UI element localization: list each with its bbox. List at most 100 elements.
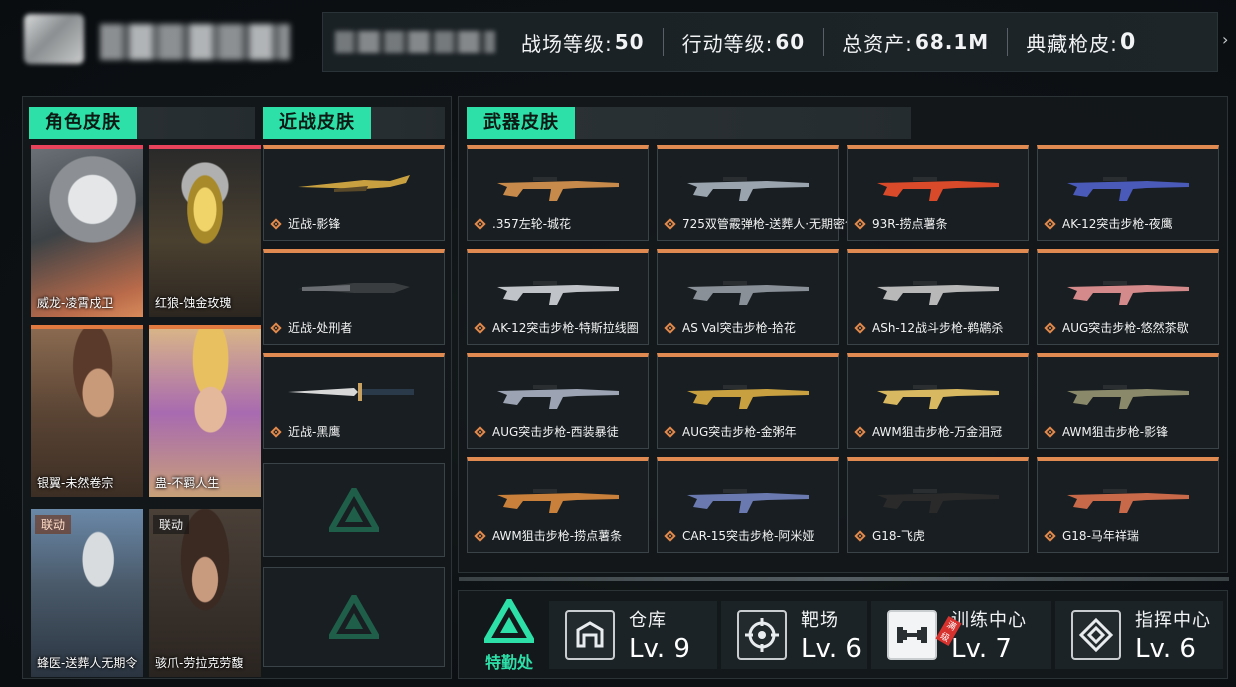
facility-name: 训练中心 <box>951 610 1027 631</box>
facility-level: Lv. 9 <box>629 634 690 664</box>
character-card[interactable]: 联动 蜂医-送葬人无期令 <box>31 505 143 677</box>
weapon-caption: AWM狙击步枪-捞点薯条 <box>474 527 622 544</box>
rarity-diamond-icon <box>1044 321 1056 334</box>
character-card[interactable]: 联动 骇爪-劳拉克劳馥 <box>149 505 261 677</box>
special-ops-logo-icon <box>480 594 538 644</box>
weapon-caption: AUG突击步枪-悠然茶歇 <box>1044 319 1189 336</box>
weapon-card[interactable]: 725双管霰弹枪-送葬人·无期密令 <box>657 145 857 241</box>
character-card[interactable]: 威龙-凌霄戍卫 <box>31 145 143 317</box>
rarity-diamond-icon <box>270 425 282 438</box>
tab-character-skins[interactable]: 角色皮肤 <box>29 107 255 139</box>
character-card[interactable]: 蛊-不羁人生 <box>149 325 261 497</box>
app-root: 战场等级: 50 行动等级: 60 总资产: 68.1M 典藏枪皮: 0 › 角色皮肤… <box>0 0 1236 687</box>
weapon-name: .357左轮-城花 <box>492 217 572 231</box>
special-ops-bar: 特勤处 仓库 Lv. 9 靶场 Lv. 6 满级 训练中心 Lv. 7 指挥中心… <box>458 577 1229 679</box>
weapon-name: G18-马年祥瑞 <box>1062 529 1139 543</box>
portrait-image <box>31 509 143 677</box>
tab-weapon-skins[interactable]: 武器皮肤 <box>467 107 911 139</box>
weapon-caption: AUG突击步枪-金粥年 <box>664 423 797 440</box>
weapon-card[interactable]: AS Val突击步枪-拾花 <box>657 249 839 345</box>
rarity-diamond-icon <box>1044 529 1056 542</box>
weapon-name: G18-飞虎 <box>872 529 925 543</box>
weapon-caption: G18-飞虎 <box>854 527 925 544</box>
weapon-card[interactable]: 93R-捞点薯条 <box>847 145 1029 241</box>
chevron-right-icon[interactable]: › <box>1222 30 1228 49</box>
weapon-skin-icon <box>497 489 619 513</box>
weapon-card[interactable]: G18-马年祥瑞 <box>1037 457 1219 553</box>
profile-header: 战场等级: 50 行动等级: 60 总资产: 68.1M 典藏枪皮: 0 › <box>0 0 1236 88</box>
facility-command-center[interactable]: 指挥中心 Lv. 6 <box>1055 601 1223 669</box>
weapon-caption: G18-马年祥瑞 <box>1044 527 1139 544</box>
weapon-card[interactable]: CAR-15突击步枪-阿米娅 <box>657 457 839 553</box>
rarity-diamond-icon <box>664 321 676 334</box>
stat-collection-skins: 典藏枪皮: 0 <box>1007 28 1154 56</box>
melee-card[interactable]: 近战-处刑者 <box>263 249 445 345</box>
character-card[interactable]: 红狼-蚀金玫瑰 <box>149 145 261 317</box>
weapon-skin-icon <box>877 385 999 409</box>
weapon-skin-icon <box>1067 281 1189 305</box>
stat-value: 68.1M <box>914 30 990 54</box>
weapon-card[interactable]: ASh-12战斗步枪-鹈鹕杀 <box>847 249 1029 345</box>
character-name: 银翼-未然卷宗 <box>37 476 114 490</box>
character-name: 威龙-凌霄戍卫 <box>37 296 114 310</box>
weapon-skin-icon <box>877 177 999 201</box>
weapon-skin-icon <box>687 489 809 513</box>
weapon-name: AUG突击步枪-金粥年 <box>682 425 797 439</box>
weapon-card[interactable]: AWM狙击步枪-万金泪冠 <box>847 353 1029 449</box>
weapon-skin-icon <box>1067 489 1189 513</box>
rarity-diamond-icon <box>664 217 676 230</box>
empty-melee-slot <box>263 463 445 557</box>
rarity-diamond-icon <box>664 425 676 438</box>
special-ops-button[interactable]: 特勤处 <box>469 594 549 672</box>
scrollbar[interactable] <box>459 577 1229 581</box>
weapon-caption: AWM狙击步枪-万金泪冠 <box>854 423 1003 440</box>
weapon-name: 725双管霰弹枪-送葬人·无期密令 <box>682 217 858 231</box>
rarity-diamond-icon <box>474 425 486 438</box>
melee-card[interactable]: 近战-影锋 <box>263 145 445 241</box>
rarity-diamond-icon <box>270 321 282 334</box>
character-name: 骇爪-劳拉克劳馥 <box>155 656 244 670</box>
weapon-skin-icon <box>497 385 619 409</box>
rarity-diamond-icon <box>854 425 866 438</box>
weapon-card[interactable]: AK-12突击步枪-特斯拉线圈 <box>467 249 649 345</box>
melee-caption: 近战-影锋 <box>270 215 340 232</box>
melee-name: 近战-处刑者 <box>288 321 353 335</box>
facility-level: Lv. 7 <box>951 634 1012 664</box>
weapon-card[interactable]: AK-12突击步枪-夜鹰 <box>1037 145 1219 241</box>
melee-card[interactable]: 近战-黑鹰 <box>263 353 445 449</box>
empty-slot-logo-icon <box>329 488 379 532</box>
facility-warehouse[interactable]: 仓库 Lv. 9 <box>549 601 717 669</box>
command-icon <box>1071 610 1121 660</box>
weapon-name: AWM狙击步枪-万金泪冠 <box>872 425 1003 439</box>
portrait-image <box>149 149 261 317</box>
weapon-card[interactable]: AWM狙击步枪-影锋 <box>1037 353 1219 449</box>
stat-label: 总资产: <box>842 31 913 56</box>
weapon-card[interactable]: .357左轮-城花 <box>467 145 649 241</box>
weapon-skins-panel: 武器皮肤 .357左轮-城花 725双管霰弹枪-送葬人·无期密令 93R-捞点薯条 A… <box>458 96 1228 573</box>
stat-battlefield-level: 战场等级: 50 <box>503 28 663 56</box>
weapon-card[interactable]: AUG突击步枪-金粥年 <box>657 353 839 449</box>
weapon-card[interactable]: AWM狙击步枪-捞点薯条 <box>467 457 649 553</box>
stat-label: 战场等级: <box>521 31 613 56</box>
facility-level: Lv. 6 <box>1135 634 1196 664</box>
melee-caption: 近战-黑鹰 <box>270 423 341 440</box>
tab-melee-skins[interactable]: 近战皮肤 <box>263 107 445 139</box>
dagger-icon <box>288 383 414 401</box>
weapon-card[interactable]: G18-飞虎 <box>847 457 1029 553</box>
rarity-diamond-icon <box>854 321 866 334</box>
weapon-name: AUG突击步枪-西装暴徒 <box>492 425 619 439</box>
facility-training-center[interactable]: 满级 训练中心 Lv. 7 <box>871 601 1051 669</box>
weapon-card[interactable]: AUG突击步枪-西装暴徒 <box>467 353 649 449</box>
special-ops-label: 特勤处 <box>484 653 533 672</box>
melee-name: 近战-黑鹰 <box>288 425 341 439</box>
rarity-diamond-icon <box>664 529 676 542</box>
facility-shooting-range[interactable]: 靶场 Lv. 6 <box>721 601 867 669</box>
weapon-skin-icon <box>1067 385 1189 409</box>
avatar[interactable] <box>24 14 84 64</box>
weapon-skin-icon <box>877 281 999 305</box>
stat-operation-level: 行动等级: 60 <box>662 28 824 56</box>
player-name-redacted <box>100 24 290 60</box>
character-card[interactable]: 银翼-未然卷宗 <box>31 325 143 497</box>
weapon-card[interactable]: AUG突击步枪-悠然茶歇 <box>1037 249 1219 345</box>
player-id-redacted <box>335 31 495 53</box>
